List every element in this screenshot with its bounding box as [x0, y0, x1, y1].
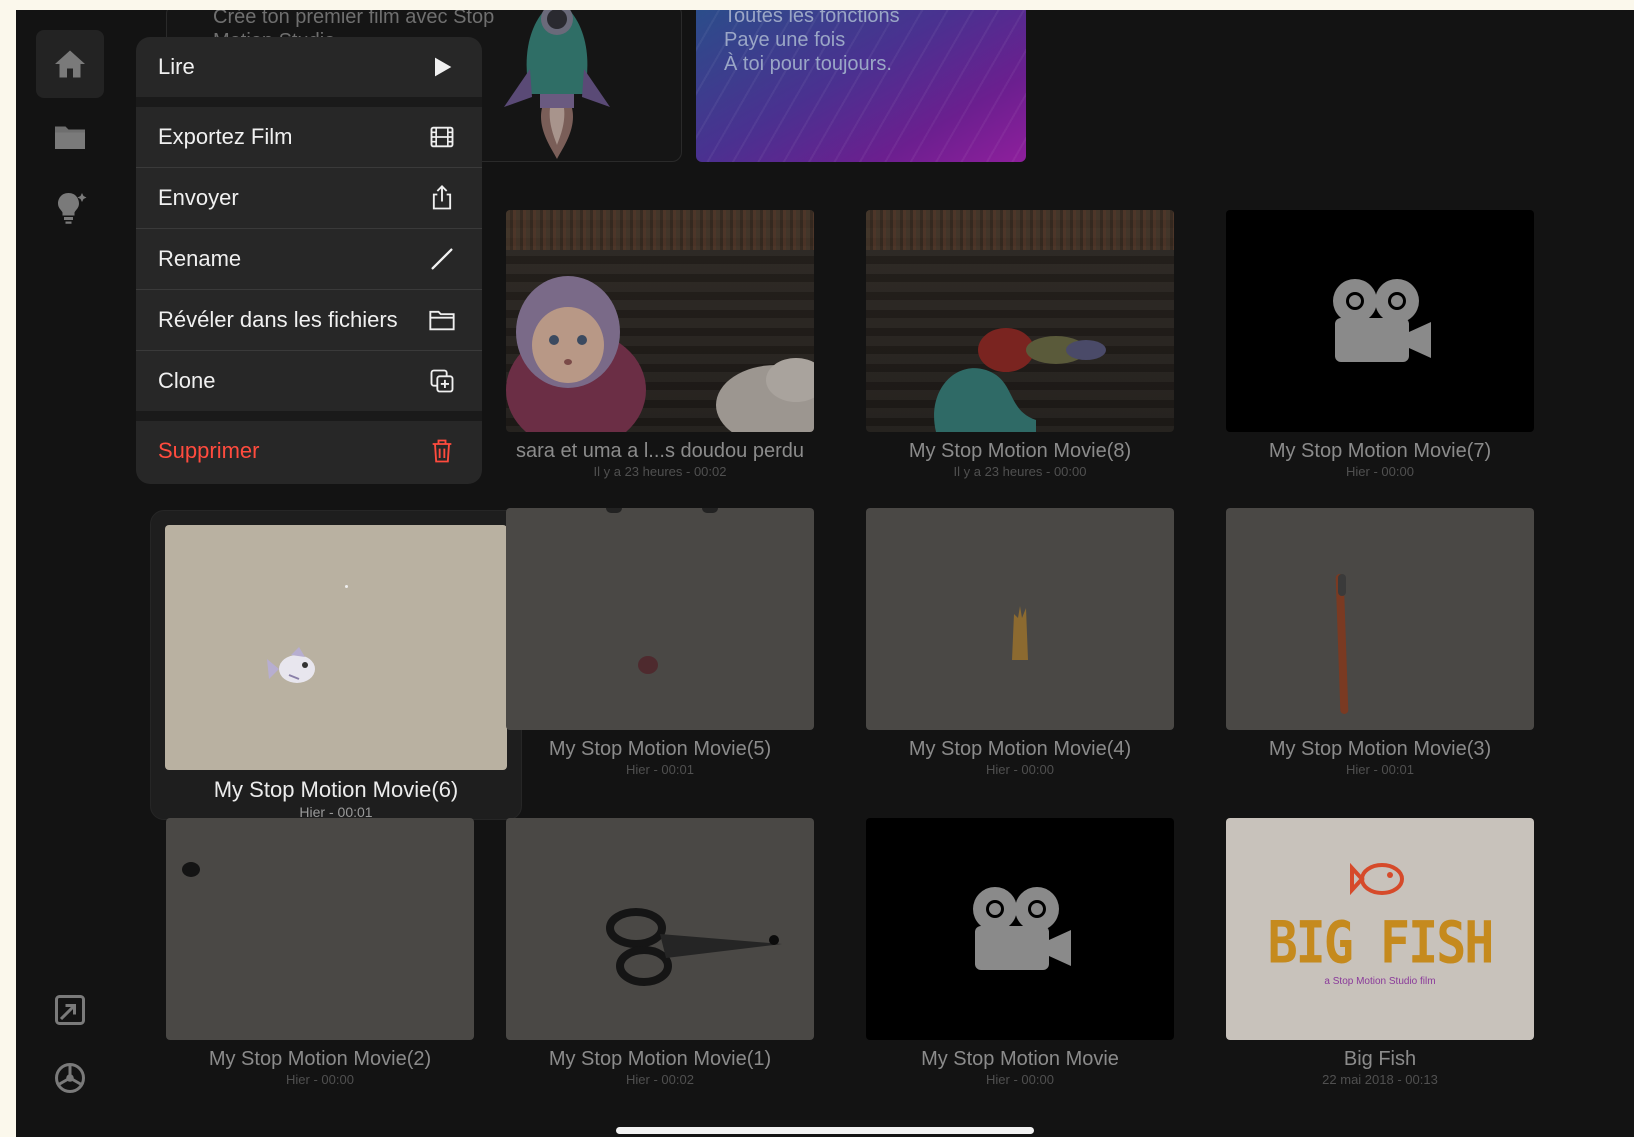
movie-meta: Hier - 00:01 [626, 762, 694, 777]
sidebar-home-button[interactable] [36, 30, 104, 98]
menu-item-label: Exportez Film [158, 124, 293, 149]
movie-tile[interactable]: My Stop Motion Movie(7) Hier - 00:00 [1226, 210, 1534, 479]
movie-tile[interactable]: My Stop Motion Movie(8) Il y a 23 heures… [866, 210, 1174, 479]
movie-thumbnail[interactable] [866, 508, 1174, 730]
movie-title: My Stop Motion Movie(5) [548, 738, 772, 760]
banner-line: Toutes les fonctions [724, 10, 900, 27]
movie-tile[interactable]: My Stop Motion Movie Hier - 00:00 [866, 818, 1174, 1087]
movie-title: My Stop Motion Movie(8) [908, 440, 1132, 462]
menu-item-label: Envoyer [158, 185, 239, 210]
movie-title: My Stop Motion Movie(4) [908, 738, 1132, 760]
menu-item-label: Supprimer [158, 438, 260, 463]
movie-tile[interactable]: My Stop Motion Movie(5) Hier - 00:01 [506, 508, 814, 777]
menu-item-label: Révéler dans les fichiers [158, 307, 398, 332]
movie-tile[interactable]: My Stop Motion Movie(3) Hier - 00:01 [1226, 508, 1534, 777]
movie-thumbnail[interactable] [166, 818, 474, 1040]
fries-figure [1012, 606, 1028, 660]
sidebar-projects-button[interactable] [36, 103, 104, 171]
menu-item-export[interactable]: Exportez Film [136, 107, 482, 167]
movie-tile[interactable]: My Stop Motion Movie(4) Hier - 00:00 [866, 508, 1174, 777]
movie-meta: Hier - 00:00 [1346, 464, 1414, 479]
movie-camera-icon [973, 887, 1071, 970]
bigfish-title-text: BIG FISH [1267, 909, 1495, 977]
menu-gap [136, 97, 482, 107]
menu-item-label: Clone [158, 368, 216, 393]
movie-thumbnail[interactable] [506, 210, 814, 432]
context-menu: Lire Exportez Film Envoyer Rename Révéle… [136, 37, 482, 484]
movie-tile[interactable]: My Stop Motion Movie(2) Hier - 00:00 [166, 818, 474, 1087]
movie-camera-icon [1333, 279, 1431, 362]
bigfish-subtitle: a Stop Motion Studio film [1324, 976, 1436, 987]
menu-gap [136, 411, 482, 421]
lightbulb-icon [58, 193, 87, 224]
folder-icon [55, 126, 85, 149]
movie-title: My Stop Motion Movie [921, 1048, 1119, 1070]
settings-icon [55, 1063, 85, 1093]
movie-thumbnail[interactable] [506, 818, 814, 1040]
menu-item-play[interactable]: Lire [136, 37, 482, 97]
movie-thumbnail[interactable] [866, 210, 1174, 432]
menu-item-clone[interactable]: Clone [136, 351, 482, 411]
sidebar-ideas-button[interactable] [36, 174, 104, 242]
home-icon [55, 50, 85, 78]
home-indicator[interactable] [616, 1127, 1034, 1134]
play-icon [435, 57, 452, 77]
menu-item-send[interactable]: Envoyer [136, 168, 482, 228]
movie-tile[interactable]: My Stop Motion Movie(1) Hier - 00:02 [506, 818, 814, 1087]
movie-title: My Stop Motion Movie(2) [208, 1048, 432, 1070]
movie-thumbnail[interactable]: BIG FISH a Stop Motion Studio film [1226, 818, 1534, 1040]
movie-thumbnail[interactable] [1226, 210, 1534, 432]
movie-thumbnail[interactable] [165, 525, 507, 770]
screen-mirror-icon [55, 995, 85, 1025]
pencil-icon [431, 248, 453, 270]
movie-title: My Stop Motion Movie(3) [1268, 738, 1492, 760]
doll-photo [506, 276, 814, 432]
menu-item-reveal[interactable]: Révéler dans les fichiers [136, 290, 482, 350]
movie-meta: Hier - 00:01 [1346, 762, 1414, 777]
fish-figure [267, 647, 315, 683]
movie-title: sara et uma a l...s doudou perdu [516, 440, 804, 462]
banner-line: À toi pour toujours. [724, 53, 892, 75]
scissors-figure [606, 908, 782, 986]
sidebar-mirror-button[interactable] [36, 976, 104, 1044]
movie-title: My Stop Motion Movie(7) [1268, 440, 1492, 462]
movie-tile[interactable]: BIG FISH a Stop Motion Studio film Big F… [1226, 818, 1534, 1087]
selected-movie-tile[interactable]: My Stop Motion Movie(6) Hier - 00:01 [150, 510, 522, 820]
menu-item-rename[interactable]: Rename [136, 229, 482, 289]
movie-meta: 22 mai 2018 - 00:13 [1322, 1072, 1438, 1087]
movie-title: Big Fish [1343, 1048, 1417, 1070]
movie-meta: Hier - 00:00 [286, 1072, 354, 1087]
trash-icon [432, 439, 452, 463]
movie-thumbnail[interactable] [1226, 508, 1534, 730]
menu-item-label: Lire [158, 54, 195, 79]
movie-meta: Il y a 23 heures - 00:02 [593, 464, 727, 479]
share-icon [432, 185, 452, 210]
film-icon [430, 126, 454, 148]
banner-line: Paye une fois [724, 29, 846, 51]
movie-meta: Hier - 00:00 [986, 762, 1054, 777]
app-screen: Crée ton premier film avec Stop Motion S… [16, 10, 1634, 1137]
sidebar-settings-button[interactable] [36, 1044, 104, 1112]
movie-title: My Stop Motion Movie(6) [213, 777, 459, 802]
movie-meta: Il y a 23 heures - 00:00 [953, 464, 1087, 479]
duplicate-icon [430, 369, 454, 393]
fish-logo-icon [1350, 862, 1404, 896]
purchase-banner[interactable]: Toutes les fonctions Paye une fois À toi… [696, 10, 1026, 162]
movie-thumbnail[interactable] [866, 818, 1174, 1040]
movie-meta: Hier - 00:00 [986, 1072, 1054, 1087]
movie-tile[interactable]: sara et uma a l...s doudou perdu Il y a … [506, 210, 814, 479]
movie-meta: Hier - 00:02 [626, 1072, 694, 1087]
movie-thumbnail[interactable] [506, 508, 814, 730]
folder-outline-icon [429, 310, 455, 331]
menu-item-delete[interactable]: Supprimer [136, 421, 482, 481]
movie-title: My Stop Motion Movie(1) [548, 1048, 772, 1070]
rocket-illustration [504, 10, 610, 159]
menu-item-label: Rename [158, 246, 242, 271]
plush-photo [934, 328, 1106, 432]
